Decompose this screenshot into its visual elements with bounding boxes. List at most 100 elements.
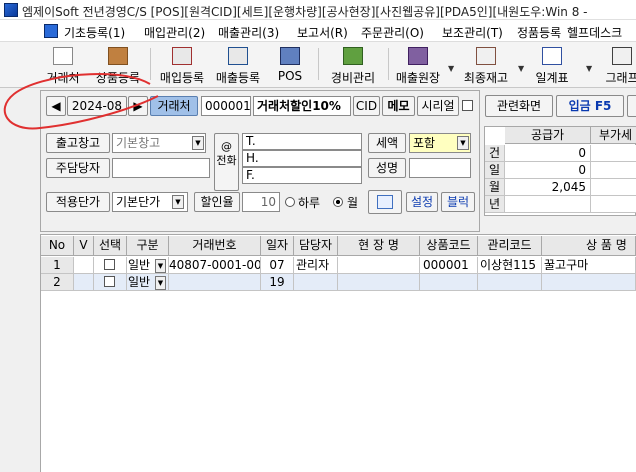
menu-basic-registration[interactable]: 기초등록(1) bbox=[64, 24, 125, 41]
grid-header-product-name[interactable]: 상 품 명 bbox=[542, 236, 636, 256]
table-row-day[interactable]: 19 bbox=[261, 274, 294, 291]
summary-supply-header: 공급가 bbox=[505, 127, 591, 144]
summary-supply-value: 0 bbox=[505, 145, 591, 162]
table-row-mgmt-code[interactable]: 이상현115 bbox=[478, 257, 542, 274]
table-row-product-name[interactable]: 꿀고구마 bbox=[542, 257, 636, 274]
name-label: 성명 bbox=[368, 158, 406, 178]
table-row-product-code[interactable]: 000001 bbox=[420, 257, 478, 274]
grid-header-site[interactable]: 현 장 명 bbox=[338, 236, 420, 256]
toolbar-pos-button[interactable]: POS bbox=[270, 44, 310, 86]
discount-button[interactable]: 할인율 bbox=[194, 192, 240, 212]
summary-vat-header: 부가세 bbox=[591, 127, 636, 144]
warehouse-dropdown-icon[interactable]: ▼ bbox=[192, 136, 204, 150]
extra-button[interactable] bbox=[627, 95, 636, 117]
radio-daily[interactable] bbox=[285, 197, 295, 207]
stock-dropdown-icon[interactable]: ▼ bbox=[518, 64, 524, 73]
phone-t-field[interactable]: T. bbox=[242, 133, 362, 150]
purchase-icon bbox=[172, 47, 192, 65]
grid-header-v[interactable]: V bbox=[74, 236, 94, 256]
row-checkbox[interactable] bbox=[104, 259, 115, 270]
grid-header-product-code[interactable]: 상품코드 bbox=[420, 236, 478, 256]
radio-monthly[interactable] bbox=[333, 197, 343, 207]
summary-supply-value bbox=[505, 196, 591, 213]
summary-row-label: 월 bbox=[485, 179, 505, 196]
client-name-field[interactable]: 거래처할인10% bbox=[253, 96, 351, 116]
name-field[interactable] bbox=[409, 158, 471, 178]
price-type-button[interactable]: 적용단가 bbox=[46, 192, 110, 212]
grid-header-no[interactable]: No bbox=[41, 236, 74, 256]
toolbar-daily-report-button[interactable]: 일계표 bbox=[530, 44, 574, 86]
table-row-no: 2 bbox=[41, 274, 74, 291]
client-icon bbox=[53, 47, 73, 65]
type-dropdown-icon[interactable]: ▼ bbox=[155, 259, 166, 273]
grid-header-mgmt-code[interactable]: 관리코드 bbox=[478, 236, 542, 256]
pos-terminal-icon bbox=[280, 47, 300, 65]
phone-f-field[interactable]: F. bbox=[242, 167, 362, 184]
toolbar-graph-button[interactable]: 그래프 bbox=[598, 44, 636, 86]
grid-header-day[interactable]: 일자 bbox=[261, 236, 294, 256]
manager-button[interactable]: 주담당자 bbox=[46, 158, 110, 178]
table-row-txn[interactable]: 40807-0001-00 bbox=[169, 257, 261, 274]
toolbar-sales-ledger-button[interactable]: 매출원장 bbox=[392, 44, 444, 86]
table-row-day[interactable]: 07 bbox=[261, 257, 294, 274]
toolbar-sales-button[interactable]: 매출등록 bbox=[212, 44, 264, 86]
radio-daily-label: 하루 bbox=[298, 196, 321, 210]
toolbar-expense-button[interactable]: 경비관리 bbox=[324, 44, 382, 86]
serial-checkbox[interactable] bbox=[462, 100, 473, 111]
tax-dropdown-icon[interactable]: ▼ bbox=[457, 136, 469, 150]
table-row-site[interactable] bbox=[338, 274, 420, 291]
menu-order[interactable]: 주문관리(O) bbox=[361, 24, 424, 41]
row-checkbox[interactable] bbox=[104, 276, 115, 287]
table-row-select[interactable] bbox=[94, 257, 127, 274]
client-code-field[interactable]: 000001 bbox=[201, 96, 251, 116]
cid-button[interactable]: CID bbox=[353, 96, 380, 116]
table-row-site[interactable] bbox=[338, 257, 420, 274]
app-window: 엠제이Soft 전년경영C/S [POS][원격CID][세트][운행차량][공… bbox=[0, 0, 636, 472]
menu-aux[interactable]: 보조관리(T) bbox=[442, 24, 503, 41]
summary-supply-value: 2,045 bbox=[505, 179, 591, 196]
summary-row-label: 건 bbox=[485, 145, 505, 162]
summary-vat-value bbox=[591, 196, 636, 213]
summary-supply-value: 0 bbox=[505, 162, 591, 179]
related-screen-button[interactable]: 관련화면 bbox=[485, 95, 553, 117]
phone-h-field[interactable]: H. bbox=[242, 150, 362, 167]
summary-vat-value bbox=[591, 162, 636, 179]
block-button[interactable]: 블럭 bbox=[441, 192, 475, 212]
table-row-mgmt-code[interactable] bbox=[478, 274, 542, 291]
phone-button[interactable]: @ 전화 bbox=[214, 133, 239, 191]
price-dropdown-icon[interactable]: ▼ bbox=[172, 195, 184, 209]
table-row-staff[interactable] bbox=[294, 274, 338, 291]
discount-field[interactable]: 10 bbox=[242, 192, 280, 212]
manager-field[interactable] bbox=[112, 158, 210, 178]
grid-header-txn[interactable]: 거래번호 bbox=[169, 236, 261, 256]
table-row-v bbox=[74, 257, 94, 274]
menu-license[interactable]: 정품등록 bbox=[517, 24, 561, 41]
menu-report[interactable]: 보고서(R) bbox=[297, 24, 348, 41]
type-dropdown-icon[interactable]: ▼ bbox=[155, 276, 166, 290]
menu-app-icon bbox=[44, 24, 58, 38]
ledger-dropdown-icon[interactable]: ▼ bbox=[448, 64, 454, 73]
window-title: 엠제이Soft 전년경영C/S [POS][원격CID][세트][운행차량][공… bbox=[22, 5, 588, 19]
money-icon bbox=[343, 47, 363, 65]
table-row-select[interactable] bbox=[94, 274, 127, 291]
table-row-txn[interactable] bbox=[169, 274, 261, 291]
table-row-product-name[interactable] bbox=[542, 274, 636, 291]
table-row-staff[interactable]: 관리자 bbox=[294, 257, 338, 274]
grid-header-type[interactable]: 구분 bbox=[127, 236, 169, 256]
table-row-no: 1 bbox=[41, 257, 74, 274]
edit-button[interactable] bbox=[368, 190, 402, 214]
menu-helpdesk[interactable]: 헬프데스크 bbox=[567, 24, 622, 41]
memo-button[interactable]: 메모 bbox=[382, 96, 415, 116]
menu-sales[interactable]: 매출관리(3) bbox=[218, 24, 279, 41]
table-row-product-code[interactable] bbox=[420, 274, 478, 291]
deposit-f5-button[interactable]: 입금 F5 bbox=[556, 95, 624, 117]
grid-header-staff[interactable]: 담당자 bbox=[294, 236, 338, 256]
settings-button[interactable]: 설정 bbox=[406, 192, 438, 212]
daily-dropdown-icon[interactable]: ▼ bbox=[586, 64, 592, 73]
serial-button[interactable]: 시리얼 bbox=[417, 96, 459, 116]
edit-icon bbox=[377, 195, 393, 209]
menu-purchase[interactable]: 매입관리(2) bbox=[144, 24, 205, 41]
grid-header-select[interactable]: 선택 bbox=[94, 236, 127, 256]
product-box-icon bbox=[108, 47, 128, 65]
toolbar-final-stock-button[interactable]: 최종재고 bbox=[460, 44, 512, 86]
